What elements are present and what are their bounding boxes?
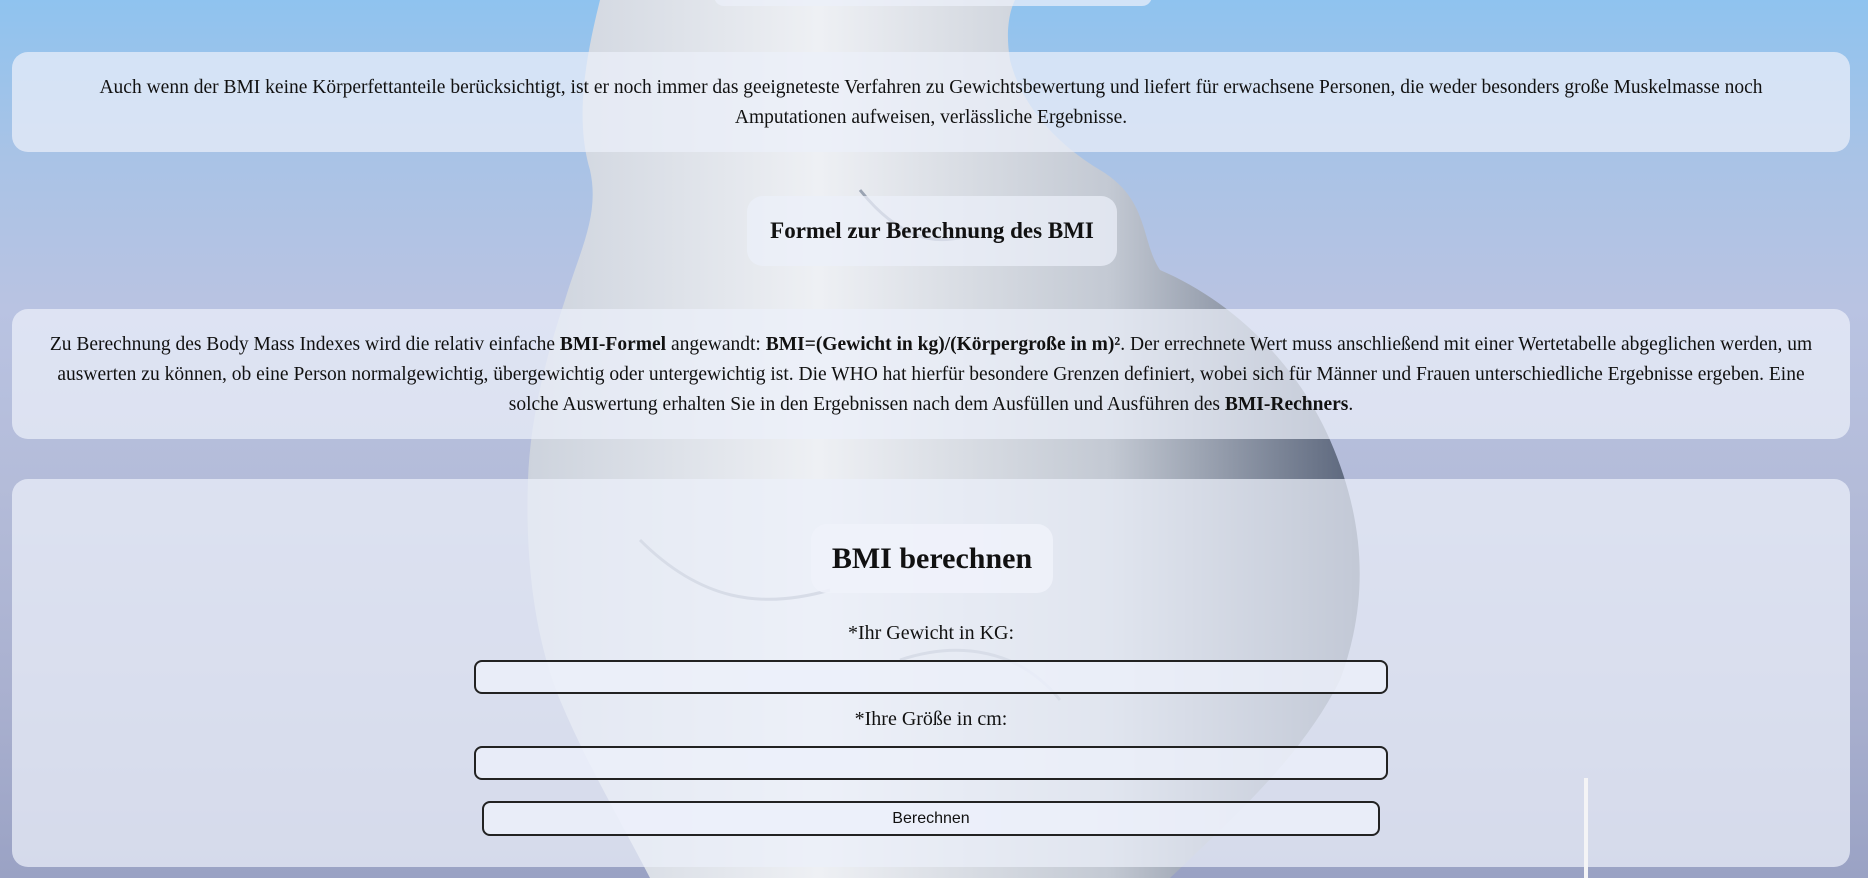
top-panel-stub xyxy=(714,0,1152,6)
weight-label: *Ihr Gewicht in KG: xyxy=(847,622,1015,644)
height-label: *Ihre Größe in cm: xyxy=(854,708,1008,730)
background-pole xyxy=(1584,778,1588,878)
formula-text: Zu Berechnung des Body Mass Indexes wird… xyxy=(49,334,1813,415)
calculate-button[interactable]: Berechnen xyxy=(482,801,1380,836)
intro-panel: Auch wenn der BMI keine Körperfettanteil… xyxy=(12,52,1850,152)
height-input[interactable] xyxy=(474,746,1388,780)
bmi-formel-term: BMI-Formel xyxy=(559,334,667,355)
calculator-panel: BMI berechnen *Ihr Gewicht in KG: *Ihre … xyxy=(12,479,1850,867)
calculator-title: BMI berechnen xyxy=(811,524,1053,593)
bmi-formula: BMI=(Gewicht in kg)/(Körpergroße in m)² xyxy=(765,334,1121,355)
weight-input[interactable] xyxy=(474,660,1388,694)
intro-text: Auch wenn der BMI keine Körperfettanteil… xyxy=(99,77,1763,128)
formula-heading: Formel zur Berechnung des BMI xyxy=(747,196,1117,266)
bmi-rechner-term: BMI-Rechners xyxy=(1224,394,1349,415)
formula-panel: Zu Berechnung des Body Mass Indexes wird… xyxy=(12,309,1850,439)
